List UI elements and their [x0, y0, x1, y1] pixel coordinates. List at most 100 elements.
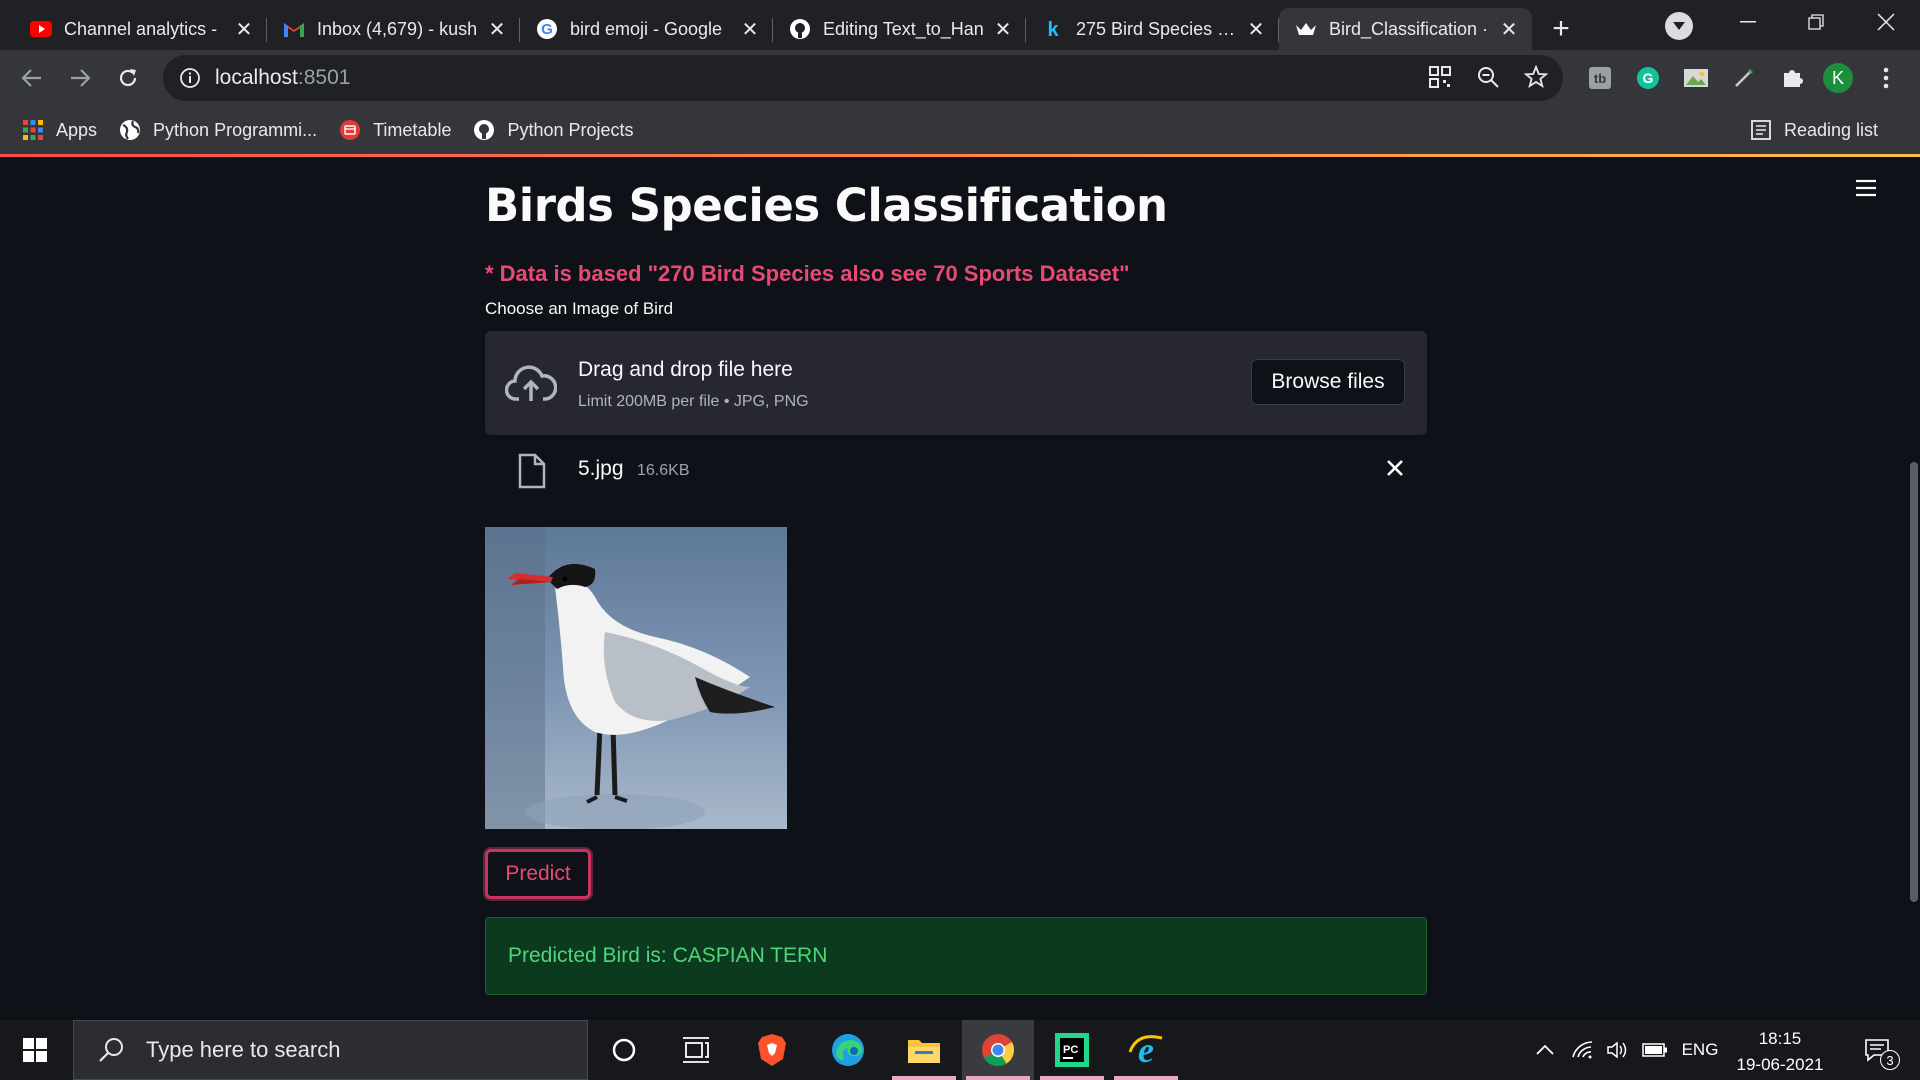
tab-close-icon[interactable]: ✕: [1245, 17, 1267, 42]
bookmark-label: Timetable: [373, 119, 452, 140]
bookmark-apps[interactable]: Apps: [22, 119, 97, 141]
main-content: Birds Species Classification * Data is b…: [485, 157, 1427, 995]
tab-close-icon[interactable]: ✕: [1498, 17, 1520, 42]
dataset-note: * Data is based "270 Bird Species also s…: [485, 261, 1130, 286]
wifi-icon[interactable]: [1568, 1020, 1598, 1080]
extensions-puzzle-icon[interactable]: [1776, 62, 1808, 94]
taskbar-search-box[interactable]: Type here to search: [73, 1020, 588, 1080]
gmail-icon: [283, 18, 305, 40]
task-view-icon[interactable]: [660, 1020, 732, 1080]
reading-list-label: Reading list: [1784, 119, 1879, 140]
tab-title: 275 Bird Species als: [1076, 18, 1237, 39]
system-clock[interactable]: 18:15 19-06-2021: [1725, 1026, 1835, 1078]
apps-grid-icon: [22, 119, 44, 141]
profile-initial: K: [1831, 67, 1844, 88]
file-icon: [517, 453, 547, 489]
extension-tb-icon[interactable]: tb: [1584, 62, 1616, 94]
minimize-icon[interactable]: [1718, 0, 1778, 44]
google-icon: G: [536, 18, 558, 40]
zoom-out-icon[interactable]: [1476, 65, 1500, 95]
tab-kaggle-dataset[interactable]: k 275 Bird Species als ✕: [1026, 8, 1279, 50]
svg-text:G: G: [1643, 70, 1654, 86]
youtube-icon: [30, 18, 52, 40]
search-icon: [96, 1035, 126, 1065]
bookmark-label: Python Projects: [507, 119, 634, 140]
cloud-upload-icon: [504, 361, 558, 405]
brave-browser-icon[interactable]: [736, 1020, 808, 1080]
edge-browser-icon[interactable]: [812, 1020, 884, 1080]
url-port: :8501: [297, 66, 351, 89]
tab-title: Inbox (4,679) - kush: [317, 18, 478, 39]
address-bar[interactable]: localhost:8501: [163, 55, 1563, 101]
windows-start-icon[interactable]: [0, 1020, 70, 1080]
file-dropzone[interactable]: Drag and drop file here Limit 200MB per …: [485, 331, 1427, 435]
tab-close-icon[interactable]: ✕: [992, 17, 1014, 42]
volume-icon[interactable]: [1602, 1020, 1632, 1080]
restore-icon[interactable]: [1786, 0, 1846, 44]
tab-close-icon[interactable]: ✕: [739, 17, 761, 42]
browser-toolbar: localhost:8501 tb G K: [0, 50, 1920, 106]
more-menu-icon[interactable]: [1870, 62, 1902, 94]
bookmark-timetable[interactable]: Timetable: [339, 119, 451, 141]
tab-title: Editing Text_to_Han: [823, 18, 984, 39]
timetable-icon: [339, 119, 361, 141]
tab-github-editing[interactable]: Editing Text_to_Han ✕: [773, 8, 1026, 50]
bookmark-label: Python Programmi...: [153, 119, 318, 140]
tab-google-search[interactable]: G bird emoji - Google ✕: [520, 8, 773, 50]
page-title: Birds Species Classification: [485, 179, 1168, 232]
tab-channel-analytics[interactable]: Channel analytics - ✕: [14, 8, 267, 50]
bookmark-python-projects[interactable]: Python Projects: [473, 119, 634, 141]
language-indicator[interactable]: ENG: [1678, 1020, 1722, 1080]
browse-files-button[interactable]: Browse files: [1251, 359, 1405, 405]
site-info-icon[interactable]: [179, 67, 201, 89]
github-icon: [789, 18, 811, 40]
remove-file-icon[interactable]: [1380, 453, 1410, 483]
notification-center-icon[interactable]: 3: [1852, 1020, 1902, 1080]
battery-icon[interactable]: [1638, 1020, 1672, 1080]
forward-arrow-icon[interactable]: [56, 54, 104, 102]
window-close-icon[interactable]: [1856, 0, 1916, 44]
svg-text:k: k: [1047, 19, 1059, 40]
back-arrow-icon[interactable]: [8, 54, 56, 102]
grammarly-icon[interactable]: G: [1632, 62, 1664, 94]
tab-title: bird emoji - Google: [570, 18, 723, 39]
pycharm-icon[interactable]: PC: [1036, 1020, 1108, 1080]
reading-list-button[interactable]: Reading list: [1750, 119, 1878, 141]
tab-bird-classification[interactable]: Bird_Classification · ✕: [1279, 8, 1532, 50]
image-extension-icon[interactable]: [1680, 62, 1712, 94]
tray-chevron-up-icon[interactable]: [1530, 1020, 1560, 1080]
cortana-icon[interactable]: [588, 1020, 660, 1080]
hamburger-menu-icon[interactable]: [1855, 179, 1883, 207]
new-tab-button[interactable]: +: [1540, 8, 1582, 50]
qr-code-icon[interactable]: [1428, 65, 1452, 95]
reload-icon[interactable]: [104, 54, 152, 102]
profile-avatar[interactable]: K: [1822, 62, 1854, 94]
globe-icon: [119, 119, 141, 141]
kaggle-icon: k: [1042, 18, 1064, 40]
streamlit-icon: [1295, 18, 1317, 40]
tab-close-icon[interactable]: ✕: [486, 17, 508, 42]
predict-button[interactable]: Predict: [485, 849, 591, 899]
page-scrollbar[interactable]: [1910, 462, 1918, 902]
prediction-result: Predicted Bird is: CASPIAN TERN: [485, 917, 1427, 995]
bookmark-label: Apps: [56, 119, 98, 140]
file-explorer-icon[interactable]: [888, 1020, 960, 1080]
uploaded-file-row: 5.jpg 16.6KB: [485, 435, 1427, 515]
file-name: 5.jpg: [578, 457, 624, 480]
bookmarks-bar: Apps Python Programmi... Timetable Pytho…: [0, 106, 1920, 154]
tab-gmail-inbox[interactable]: Inbox (4,679) - kush ✕: [267, 8, 520, 50]
url-host: localhost: [215, 66, 298, 89]
pen-extension-icon[interactable]: [1728, 62, 1760, 94]
bird-image: [485, 527, 787, 830]
clock-date: 19-06-2021: [1736, 1055, 1824, 1074]
file-size: 16.6KB: [637, 462, 690, 479]
internet-explorer-icon[interactable]: e: [1110, 1020, 1182, 1080]
bookmark-python-programming[interactable]: Python Programmi...: [119, 119, 317, 141]
tab-title: Bird_Classification ·: [1329, 18, 1489, 39]
tab-search-icon[interactable]: [1665, 12, 1693, 40]
github-icon: [473, 119, 495, 141]
chrome-browser-icon[interactable]: [962, 1020, 1034, 1080]
tab-close-icon[interactable]: ✕: [233, 17, 255, 42]
bookmark-star-icon[interactable]: [1523, 64, 1549, 95]
tab-title: Channel analytics -: [64, 18, 218, 39]
